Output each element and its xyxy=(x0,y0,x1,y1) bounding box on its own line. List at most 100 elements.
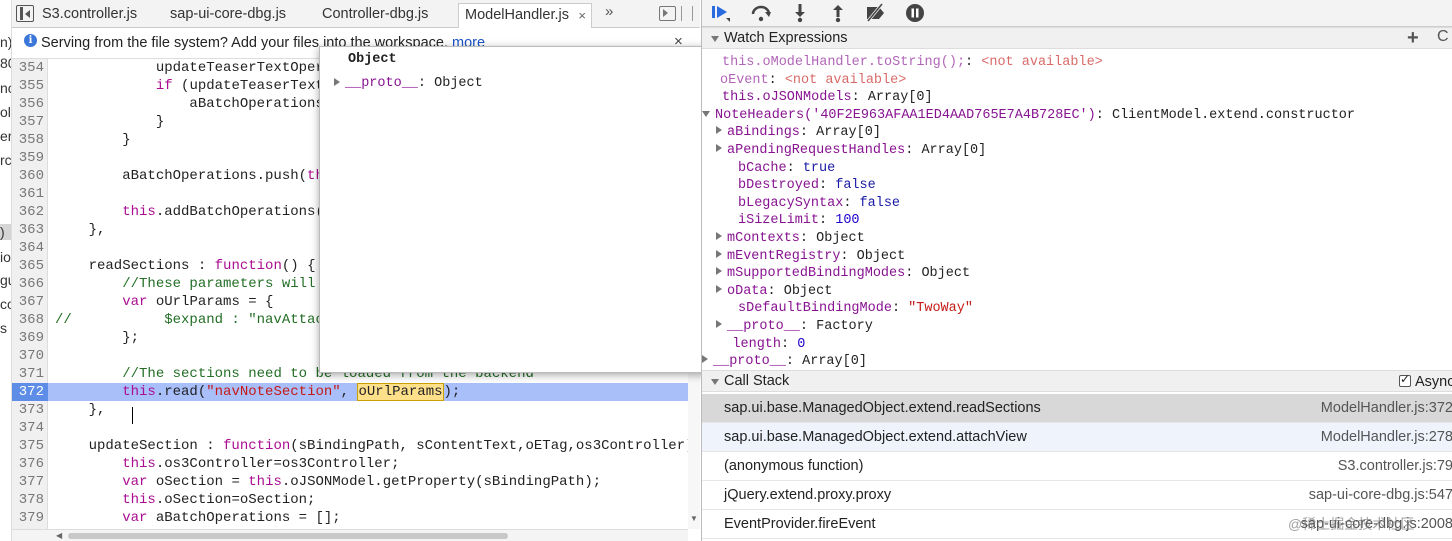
checkbox-checked-icon[interactable] xyxy=(1399,372,1411,387)
collapse-arrow-icon[interactable] xyxy=(702,110,710,117)
code-line[interactable]: 378 this.oSection=oSection; xyxy=(12,491,688,509)
expand-arrow-icon[interactable] xyxy=(716,144,722,152)
line-number[interactable]: 364 xyxy=(12,239,44,257)
code-text: } xyxy=(55,114,165,130)
step-into-icon[interactable] xyxy=(789,3,811,23)
line-number[interactable]: 355 xyxy=(12,77,44,95)
line-number[interactable]: 357 xyxy=(12,113,44,131)
close-tab-icon[interactable]: × xyxy=(578,8,586,23)
watch-entry[interactable]: __proto__: Factory xyxy=(716,318,873,335)
watch-entry[interactable]: length: 0 xyxy=(732,336,805,353)
line-number[interactable]: 374 xyxy=(12,419,44,437)
watch-entry[interactable]: iSizeLimit: 100 xyxy=(738,212,860,229)
line-number[interactable]: 354 xyxy=(12,59,44,77)
watch-entry[interactable]: bLegacySyntax: false xyxy=(738,195,900,212)
watch-expressions-header[interactable]: Watch Expressions + C xyxy=(702,27,1452,49)
watch-entry[interactable]: oEvent: <not available> xyxy=(720,72,906,89)
collapse-arrow-icon[interactable] xyxy=(711,36,719,42)
watch-entry[interactable]: sDefaultBindingMode: "TwoWay" xyxy=(738,300,973,317)
line-number[interactable]: 358 xyxy=(12,131,44,149)
toggle-debugger-sidebar-icon[interactable] xyxy=(659,6,676,21)
line-number[interactable]: 356 xyxy=(12,95,44,113)
call-frame[interactable]: jQuery.extend.proxy.proxy sap-ui-core-dbg… xyxy=(702,481,1452,510)
async-checkbox[interactable]: Async xyxy=(1399,372,1452,390)
expand-arrow-icon[interactable] xyxy=(702,355,708,364)
watch-entry[interactable]: bDestroyed: false xyxy=(738,177,876,194)
deactivate-breakpoints-icon[interactable] xyxy=(864,3,886,23)
line-number[interactable]: 365 xyxy=(12,257,44,275)
expand-arrow-icon[interactable] xyxy=(716,284,722,293)
watch-entry[interactable]: mContexts: Object xyxy=(716,230,865,247)
code-text: readSections : function() { xyxy=(55,258,316,274)
step-over-icon[interactable] xyxy=(750,3,772,23)
tab-sap-ui-core-dbg[interactable]: sap-ui-core-dbg.js xyxy=(170,3,286,28)
scroll-thumb[interactable] xyxy=(68,533,508,539)
scroll-left-icon[interactable]: ◀ xyxy=(56,531,62,540)
line-number[interactable]: 377 xyxy=(12,473,44,491)
call-frame-location[interactable]: sap-ui-core-dbg.js:547 xyxy=(1309,487,1452,503)
tab-overflow-icon[interactable]: » xyxy=(605,3,613,20)
code-line[interactable]: 376 this.os3Controller=os3Controller; xyxy=(12,455,688,473)
line-number[interactable]: 375 xyxy=(12,437,44,455)
refresh-watch-icon[interactable]: C xyxy=(1437,28,1449,46)
add-watch-icon[interactable]: + xyxy=(1407,27,1419,50)
line-number[interactable]: 362 xyxy=(12,203,44,221)
expand-arrow-icon[interactable] xyxy=(716,249,722,258)
line-number[interactable]: 366 xyxy=(12,275,44,293)
code-line[interactable]: 373 }, xyxy=(12,401,688,419)
scroll-down-icon[interactable]: ▼ xyxy=(690,514,698,523)
expand-arrow-icon[interactable] xyxy=(716,232,722,240)
watch-entry[interactable]: mEventRegistry: Object xyxy=(716,248,905,265)
watch-entry[interactable]: aPendingRequestHandles: Array[0] xyxy=(716,142,986,159)
split-view-icon[interactable] xyxy=(681,6,693,21)
tab-modelhandler[interactable]: ModelHandler.js × xyxy=(458,3,592,28)
line-number[interactable]: 361 xyxy=(12,185,44,203)
expand-arrow-icon[interactable] xyxy=(716,267,722,276)
line-number[interactable]: 363 xyxy=(12,221,44,239)
line-number[interactable]: 378 xyxy=(12,491,44,509)
call-frame-location[interactable]: S3.controller.js:79 xyxy=(1338,458,1452,474)
expand-arrow-icon[interactable] xyxy=(716,320,722,328)
code-line[interactable]: 375 updateSection : function(sBindingPat… xyxy=(12,437,688,455)
code-line[interactable]: 374 xyxy=(12,419,688,437)
line-number[interactable]: 371 xyxy=(12,365,44,383)
navigator-toggle-icon[interactable] xyxy=(16,5,34,22)
resume-icon[interactable] xyxy=(710,3,732,23)
call-frame[interactable]: sap.ui.base.ManagedObject.extend.attachV… xyxy=(702,423,1452,452)
code-line-current[interactable]: 372 this.read("navNoteSection", oUrlPara… xyxy=(12,383,688,401)
expand-arrow-icon[interactable] xyxy=(334,78,340,86)
call-stack-header[interactable]: Call Stack Async xyxy=(702,370,1452,392)
line-number[interactable]: 370 xyxy=(12,347,44,365)
line-number[interactable]: 369 xyxy=(12,329,44,347)
watch-entry[interactable]: NoteHeaders('40F2E963AFAA1ED4AAD765E7A4B… xyxy=(702,107,1355,124)
watch-entry[interactable]: oData: Object xyxy=(716,283,832,300)
line-number[interactable]: 368 xyxy=(12,311,44,329)
editor-horizontal-scrollbar[interactable]: ◀ xyxy=(12,529,688,541)
call-frame-location[interactable]: ModelHandler.js:278 xyxy=(1321,429,1452,445)
watch-entry[interactable]: mSupportedBindingModes: Object xyxy=(716,265,970,282)
line-number[interactable]: 367 xyxy=(12,293,44,311)
code-line[interactable]: 379 var aBatchOperations = []; xyxy=(12,509,688,527)
expand-arrow-icon[interactable] xyxy=(716,126,722,135)
line-number[interactable]: 372 xyxy=(12,383,48,401)
line-number[interactable]: 379 xyxy=(12,509,44,527)
line-number[interactable]: 359 xyxy=(12,149,44,167)
watch-entry[interactable]: bCache: true xyxy=(738,160,835,177)
line-number[interactable]: 376 xyxy=(12,455,44,473)
pause-on-exceptions-icon[interactable] xyxy=(904,3,926,23)
collapse-arrow-icon[interactable] xyxy=(711,379,719,385)
watch-entry[interactable]: this.oJSONModels: Array[0] xyxy=(722,89,933,106)
call-frame[interactable]: sap.ui.base.ManagedObject.extend.readSec… xyxy=(702,394,1452,423)
call-frame-location[interactable]: ModelHandler.js:372 xyxy=(1321,400,1452,416)
call-frame[interactable]: (anonymous function) S3.controller.js:79 xyxy=(702,452,1452,481)
line-number[interactable]: 360 xyxy=(12,167,44,185)
watch-entry[interactable]: this.oModelHandler.toString();: <not ava… xyxy=(722,54,1103,71)
watch-entry[interactable]: aBindings: Array[0] xyxy=(716,124,881,141)
step-out-icon[interactable] xyxy=(827,3,849,23)
code-line[interactable]: 377 var oSection = this.oJSONModel.getPr… xyxy=(12,473,688,491)
popover-proto-row[interactable]: __proto__: Object xyxy=(334,76,483,91)
line-number[interactable]: 373 xyxy=(12,401,44,419)
watch-entry[interactable]: __proto__: Array[0] xyxy=(702,353,867,370)
tab-controller-dbg[interactable]: Controller-dbg.js xyxy=(322,3,428,28)
tab-s3-controller[interactable]: S3.controller.js xyxy=(42,3,137,28)
